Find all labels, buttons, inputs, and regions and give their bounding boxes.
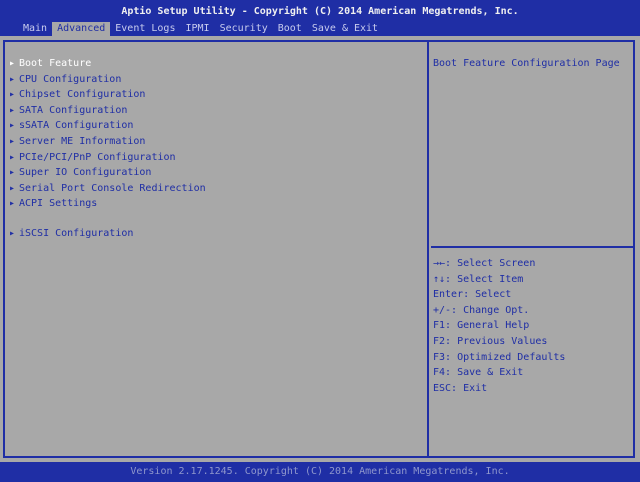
key-change-option: +/-: Change Opt. bbox=[433, 304, 530, 316]
submenu-arrow-icon: ▸ bbox=[9, 227, 16, 239]
key-enter-select: Enter: Select bbox=[433, 289, 512, 301]
menu-item-acpi-settings[interactable]: ▸ ACPI Settings bbox=[9, 196, 206, 212]
tab-bar: Main Advanced Event Logs IPMI Security B… bbox=[18, 22, 383, 36]
tab-event-logs[interactable]: Event Logs bbox=[110, 22, 180, 36]
help-description: Boot Feature Configuration Page bbox=[433, 58, 620, 69]
submenu-arrow-icon: ▸ bbox=[9, 198, 16, 210]
submenu-arrow-icon: ▸ bbox=[9, 104, 16, 116]
help-pane: Boot Feature Configuration Page bbox=[431, 42, 633, 248]
menu-item-label: Boot Feature bbox=[19, 58, 92, 69]
submenu-arrow-icon: ▸ bbox=[9, 58, 16, 69]
menu-item-label: sSATA Configuration bbox=[19, 120, 134, 132]
menu-item-sata-configuration[interactable]: ▸ SATA Configuration bbox=[9, 103, 206, 119]
tab-main[interactable]: Main bbox=[18, 22, 52, 36]
tab-advanced[interactable]: Advanced bbox=[52, 22, 111, 36]
submenu-arrow-icon: ▸ bbox=[9, 151, 16, 163]
key-legend: →←: Select Screen ↑↓: Select Item Enter:… bbox=[433, 256, 565, 396]
submenu-arrow-icon: ▸ bbox=[9, 120, 16, 132]
version-footer: Version 2.17.1245. Copyright (C) 2014 Am… bbox=[130, 466, 510, 477]
menu-item-label: Server ME Information bbox=[19, 135, 146, 147]
menu-item-label: Super IO Configuration bbox=[19, 167, 152, 179]
submenu-arrow-icon: ▸ bbox=[9, 182, 16, 194]
tab-security[interactable]: Security bbox=[215, 22, 273, 36]
key-exit: ESC: Exit bbox=[433, 382, 488, 394]
menu-item-super-io-configuration[interactable]: ▸ Super IO Configuration bbox=[9, 165, 206, 181]
menu-item-ssata-configuration[interactable]: ▸ sSATA Configuration bbox=[9, 118, 206, 134]
menu-item-pcie-pci-pnp-configuration[interactable]: ▸ PCIe/PCI/PnP Configuration bbox=[9, 150, 206, 166]
menu-spacer bbox=[9, 212, 206, 226]
key-select-screen: →←: Select Screen bbox=[433, 258, 536, 269]
menu-item-server-me-information[interactable]: ▸ Server ME Information bbox=[9, 134, 206, 150]
submenu-arrow-icon: ▸ bbox=[9, 167, 16, 179]
menu-item-label: PCIe/PCI/PnP Configuration bbox=[19, 151, 176, 163]
key-general-help: F1: General Help bbox=[433, 320, 530, 332]
menu-item-label: iSCSI Configuration bbox=[19, 227, 134, 239]
key-previous-values: F2: Previous Values bbox=[433, 335, 548, 347]
submenu-arrow-icon: ▸ bbox=[9, 89, 16, 101]
settings-pane: ▸ Boot Feature ▸ CPU Configuration ▸ Chipse… bbox=[3, 40, 429, 458]
key-select-item: ↑↓: Select Item bbox=[433, 273, 524, 285]
menu-item-label: SATA Configuration bbox=[19, 104, 128, 116]
tab-ipmi[interactable]: IPMI bbox=[180, 22, 214, 36]
menu-item-label: Chipset Configuration bbox=[19, 89, 146, 101]
status-bar: Version 2.17.1245. Copyright (C) 2014 Am… bbox=[0, 462, 640, 482]
menu-item-label: ACPI Settings bbox=[19, 198, 98, 210]
menu-item-chipset-configuration[interactable]: ▸ Chipset Configuration bbox=[9, 87, 206, 103]
menu-item-iscsi-configuration[interactable]: ▸ iSCSI Configuration bbox=[9, 226, 206, 242]
setup-title: Aptio Setup Utility - Copyright (C) 2014… bbox=[121, 6, 519, 17]
menu-item-cpu-configuration[interactable]: ▸ CPU Configuration bbox=[9, 72, 206, 88]
tab-boot[interactable]: Boot bbox=[273, 22, 307, 36]
key-save-exit: F4: Save & Exit bbox=[433, 367, 524, 379]
advanced-menu: ▸ Boot Feature ▸ CPU Configuration ▸ Chipse… bbox=[9, 56, 206, 242]
submenu-arrow-icon: ▸ bbox=[9, 135, 16, 147]
menu-item-boot-feature[interactable]: ▸ Boot Feature bbox=[9, 56, 206, 72]
tab-save-exit[interactable]: Save & Exit bbox=[307, 22, 383, 36]
menu-item-label: Serial Port Console Redirection bbox=[19, 182, 206, 194]
submenu-arrow-icon: ▸ bbox=[9, 73, 16, 85]
key-optimized-defaults: F3: Optimized Defaults bbox=[433, 351, 566, 363]
menu-item-serial-port-console-redirection[interactable]: ▸ Serial Port Console Redirection bbox=[9, 181, 206, 197]
menu-item-label: CPU Configuration bbox=[19, 73, 122, 85]
title-bar: Aptio Setup Utility - Copyright (C) 2014… bbox=[0, 0, 640, 36]
